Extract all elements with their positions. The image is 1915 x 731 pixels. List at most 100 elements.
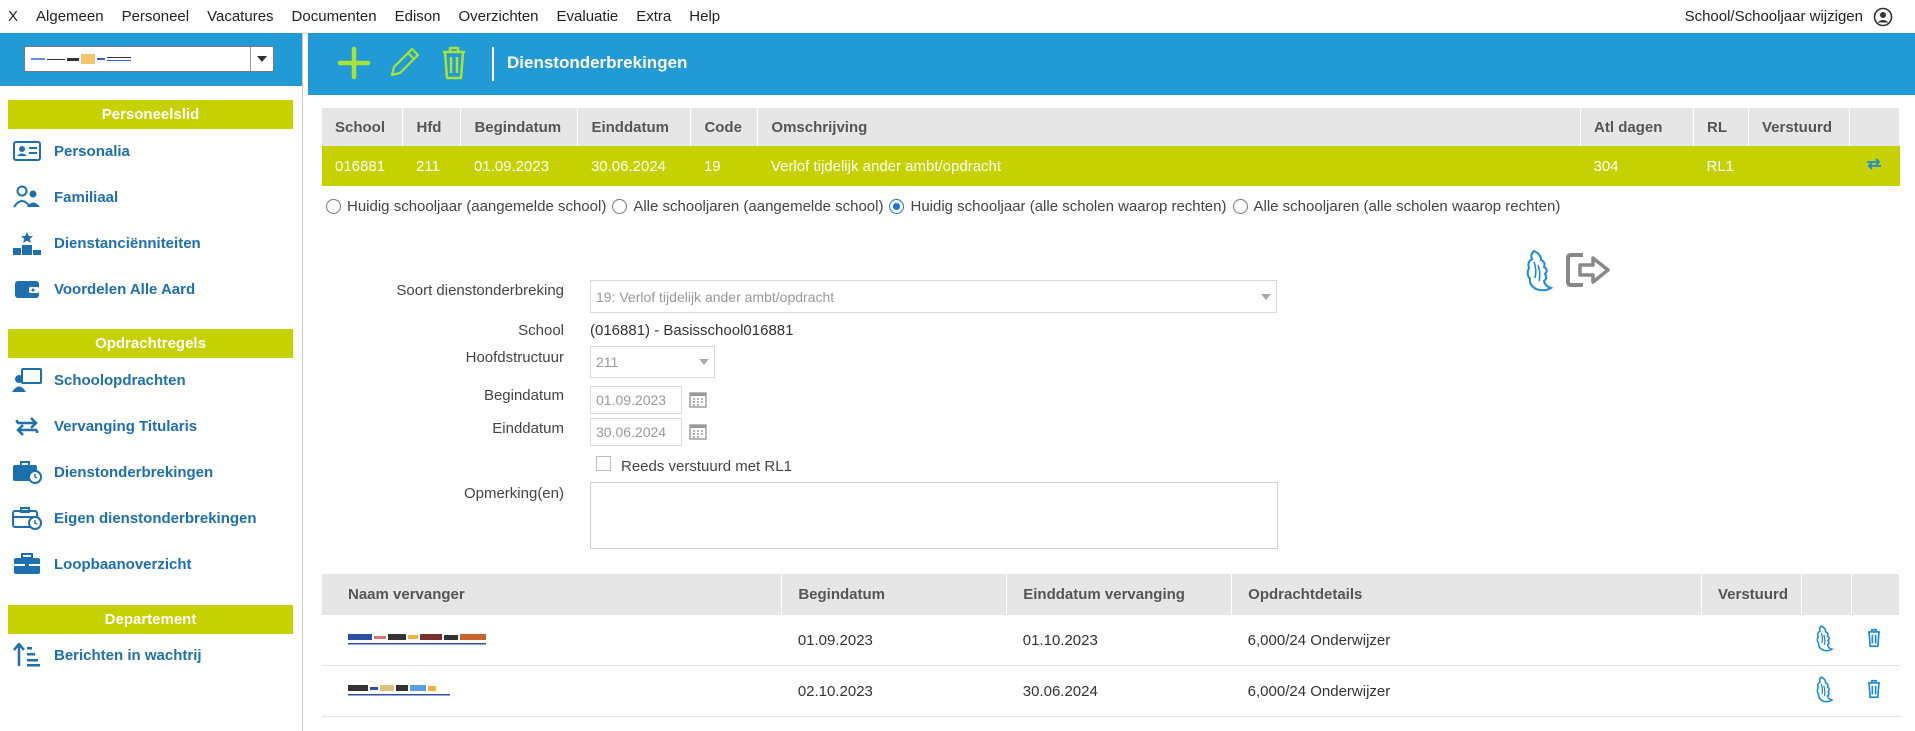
family-icon [12, 184, 42, 210]
menu-evaluatie[interactable]: Evaluatie [548, 8, 628, 25]
chevron-down-icon[interactable] [1256, 281, 1276, 312]
sidebar-item-label: Schoolopdrachten [54, 371, 186, 389]
einddatum-input[interactable]: 30.06.2024 [590, 418, 682, 446]
sidebar-item-label: Personalia [54, 142, 130, 160]
sidebar-item-familiaal[interactable]: Familiaal [12, 182, 118, 212]
column-header[interactable]: School [322, 108, 404, 146]
radio-button[interactable] [612, 199, 628, 214]
sidebar-item-label: Familiaal [54, 188, 119, 206]
redacted-value [31, 54, 131, 64]
column-header[interactable]: Atl dagen [1580, 108, 1694, 146]
repeat-icon[interactable] [1865, 156, 1883, 172]
menu-edison[interactable]: Edison [386, 8, 450, 25]
delete-trash-icon[interactable] [1863, 626, 1885, 650]
column-header[interactable]: Opdrachtdetails [1231, 574, 1702, 615]
menu-overzichten[interactable]: Overzichten [449, 8, 547, 25]
cell-einddatum: 01.10.2023 [1006, 615, 1232, 666]
sidebar-item-label: Voordelen Alle Aard [54, 280, 196, 298]
calendar-icon[interactable] [689, 391, 707, 408]
soort-select[interactable]: 19: Verlof tijdelijk ander ambt/opdracht [590, 280, 1277, 313]
column-header[interactable]: Omschrijving [757, 108, 1582, 146]
radio-option-1[interactable]: Huidig schooljaar (aangemelde school) [326, 198, 606, 215]
hoofdstructuur-select[interactable]: 211 [590, 346, 715, 378]
table-header-row: Naam vervanger Begindatum Einddatum verv… [322, 574, 1901, 615]
sidebar-item-dienstonderbrekingen[interactable]: Dienstonderbrekingen [12, 457, 213, 487]
table-row[interactable]: 01.09.2023 01.10.2023 6,000/24 Onderwijz… [322, 615, 1900, 666]
table-row[interactable]: 016881 211 01.09.2023 30.06.2024 19 Verl… [322, 146, 1900, 186]
cell-verstuurd [1701, 665, 1802, 717]
column-header[interactable]: Einddatum [577, 108, 692, 146]
flemish-lion-icon[interactable] [1524, 248, 1556, 292]
cell-lion [1801, 665, 1852, 717]
chevron-down-icon[interactable] [250, 47, 273, 71]
export-icon[interactable] [1565, 250, 1613, 290]
reeds-verstuurd-checkbox[interactable] [596, 456, 611, 471]
sidebar-item-dienstancienniteiten[interactable]: Dienstanciënniteiten [12, 228, 201, 258]
cell-naam-vervanger[interactable] [322, 615, 782, 666]
column-header[interactable]: Hfd [402, 108, 462, 146]
column-header[interactable]: Verstuurd [1701, 574, 1802, 615]
school-switch-link[interactable]: School/Schooljaar wijzigen [1685, 8, 1863, 25]
sidebar-item-berichten[interactable]: Berichten in wachtrij [12, 640, 202, 670]
opmerkingen-textarea[interactable] [590, 482, 1278, 549]
radio-button-selected[interactable] [889, 199, 905, 214]
sidebar-item-label: Vervanging Titularis [54, 417, 198, 435]
cell-naam-vervanger[interactable] [322, 665, 782, 717]
sidebar-item-eigen-dienstonderbrekingen[interactable]: Eigen dienstonderbrekingen [12, 503, 257, 533]
column-header[interactable]: RL [1693, 108, 1749, 146]
staff-select[interactable] [24, 46, 274, 72]
cell-details: 6,000/24 Onderwijzer [1231, 615, 1702, 666]
menu-documenten[interactable]: Documenten [283, 8, 386, 25]
sidebar-item-voordelen[interactable]: Voordelen Alle Aard [12, 274, 195, 304]
menu-vacatures[interactable]: Vacatures [198, 8, 282, 25]
column-header[interactable]: Verstuurd [1748, 108, 1850, 146]
reeds-verstuurd-label: Reeds verstuurd met RL1 [621, 458, 792, 475]
sidebar-item-schoolopdrachten[interactable]: Schoolopdrachten [12, 365, 186, 395]
begindatum-value: 01.09.2023 [596, 392, 667, 408]
flemish-lion-icon[interactable] [1815, 675, 1835, 703]
cell-verstuurd [1748, 146, 1850, 186]
menu-help[interactable]: Help [680, 8, 729, 25]
radio-button[interactable] [326, 199, 341, 214]
cell-delete [1851, 615, 1900, 666]
radio-option-3[interactable]: Huidig schooljaar (alle scholen waarop r… [889, 198, 1227, 215]
column-header-empty [1849, 108, 1901, 146]
radio-option-4[interactable]: Alle schooljaren (alle scholen waarop re… [1232, 198, 1560, 215]
column-header[interactable]: Naam vervanger [322, 574, 783, 615]
table-row[interactable]: 02.10.2023 30.06.2024 6,000/24 Onderwijz… [322, 665, 1900, 717]
calendar-icon[interactable] [689, 423, 707, 440]
sidebar-item-label: Dienstanciënniteiten [54, 234, 201, 252]
menu-algemeen[interactable]: Algemeen [27, 8, 113, 25]
column-header[interactable]: Einddatum vervanging [1006, 574, 1233, 615]
opmerkingen-label: Opmerking(en) [463, 485, 564, 502]
soort-value: 19: Verlof tijdelijk ander ambt/opdracht [596, 288, 835, 305]
school-value: (016881) - Basisschool016881 [590, 322, 794, 339]
radio-button[interactable] [1232, 199, 1248, 214]
briefcase-icon [12, 551, 42, 577]
flemish-lion-icon[interactable] [1815, 624, 1835, 652]
id-card-icon [12, 138, 42, 164]
edit-pencil-icon[interactable] [384, 43, 424, 83]
menu-personeel[interactable]: Personeel [113, 8, 199, 25]
column-header[interactable]: Begindatum [781, 574, 1008, 615]
cell-einddatum: 30.06.2024 [1006, 665, 1232, 717]
chevron-down-icon[interactable] [694, 347, 714, 377]
column-header[interactable]: Begindatum [460, 108, 579, 146]
sidebar-item-vervanging-titularis[interactable]: Vervanging Titularis [12, 411, 197, 441]
briefcase-clock-icon [12, 459, 42, 485]
redacted-name [348, 634, 486, 645]
add-icon[interactable] [334, 43, 374, 83]
podium-icon [12, 230, 42, 256]
user-circle-icon[interactable] [1873, 7, 1893, 27]
delete-trash-icon[interactable] [1863, 677, 1885, 701]
begindatum-input[interactable]: 01.09.2023 [590, 386, 682, 414]
cell-rl: RL1 [1693, 146, 1749, 186]
delete-trash-icon[interactable] [434, 43, 474, 83]
column-header-empty [1801, 574, 1852, 615]
column-header[interactable]: Code [690, 108, 759, 146]
sidebar-item-personalia[interactable]: Personalia [12, 136, 130, 166]
menu-extra[interactable]: Extra [627, 8, 680, 25]
menu-close[interactable]: X [0, 8, 27, 25]
sidebar-item-loopbaanoverzicht[interactable]: Loopbaanoverzicht [12, 549, 192, 579]
radio-option-2[interactable]: Alle schooljaren (aangemelde school) [612, 198, 883, 215]
